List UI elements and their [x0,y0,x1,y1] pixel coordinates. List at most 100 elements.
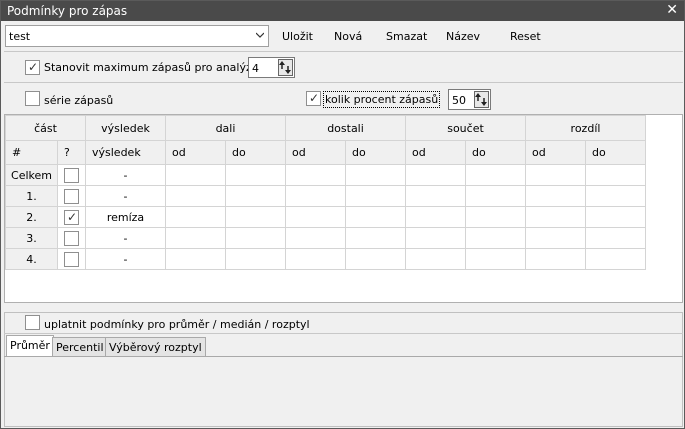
grid-cell[interactable] [465,206,526,228]
grid-cell[interactable] [285,248,346,270]
grid-cell[interactable] [225,248,286,270]
tab-percentil[interactable]: Percentil [52,337,108,357]
grid-cell[interactable] [165,164,226,186]
reset-button[interactable]: Reset [510,30,541,43]
delete-button[interactable]: Smazat [386,30,427,43]
grid-cell[interactable] [465,185,526,207]
grid-cell[interactable] [345,164,406,186]
grid-cell[interactable] [525,206,586,228]
grid-cell[interactable] [585,164,646,186]
row-check-cell[interactable] [57,206,86,228]
max-games-spinner[interactable]: 4 [248,57,295,78]
grid-cell[interactable] [345,248,406,270]
row-label: 3. [5,227,58,249]
grid-cell[interactable] [285,206,346,228]
row-check-cell[interactable] [57,164,86,186]
grid-cell[interactable] [465,227,526,249]
row-label: 1. [5,185,58,207]
column-header: součet [405,115,526,141]
grid-cell[interactable] [525,227,586,249]
grid-cell[interactable] [165,206,226,228]
grid-cell[interactable] [285,164,346,186]
tab-vyberovy-rozptyl[interactable]: Výběrový rozptyl [105,337,206,357]
divider [4,82,683,83]
grid-cell[interactable] [165,227,226,249]
row-result[interactable]: - [85,248,166,270]
row-check-cell[interactable] [57,227,86,249]
chevron-down-icon [256,32,264,38]
column-header: dali [165,115,286,141]
percent-value: 50 [452,94,466,107]
row-result[interactable]: - [85,185,166,207]
grid-cell[interactable] [285,227,346,249]
spin-arrows-icon[interactable] [278,59,293,76]
grid-cell[interactable] [585,248,646,270]
grid-cell[interactable] [225,164,286,186]
row-checkbox[interactable] [64,230,79,246]
series-label: série zápasů [44,94,114,107]
grid-cell[interactable] [405,206,466,228]
grid-cell[interactable] [225,185,286,207]
new-button[interactable]: Nová [334,30,362,43]
subheader: do [465,140,526,165]
subheader: od [165,140,226,165]
percent-spinner[interactable]: 50 [448,89,491,110]
subheader: # [5,140,58,165]
grid-cell[interactable] [345,185,406,207]
grid-cell[interactable] [585,227,646,249]
apply-conditions-label: uplatnit podmínky pro průměr / medián / … [44,318,310,331]
grid-cell[interactable] [585,206,646,228]
grid-cell[interactable] [165,185,226,207]
table-row: 2. remíza [5,206,646,228]
subheader: do [225,140,286,165]
name-button[interactable]: Název [446,30,480,43]
grid-cell[interactable] [285,185,346,207]
grid-cell[interactable] [525,164,586,186]
max-games-checkbox[interactable] [25,60,40,75]
preset-select[interactable]: test [5,25,269,47]
table-row: 4. - [5,248,646,270]
dialog-window: Podmínky pro zápas ✕ test Uložit Nová Sm… [0,0,685,429]
subheader: od [285,140,346,165]
apply-conditions-checkbox[interactable] [25,315,40,330]
tab-prumer[interactable]: Průměr [6,335,54,357]
subheader: výsledek [85,140,166,165]
row-checkbox[interactable] [64,251,79,267]
table-row: Celkem - [5,164,646,186]
grid-cell[interactable] [405,227,466,249]
column-header: rozdíl [525,115,646,141]
grid-cell[interactable] [225,206,286,228]
subheader: ? [57,140,86,165]
percent-checkbox[interactable] [306,91,321,106]
row-result[interactable]: - [85,164,166,186]
grid-cell[interactable] [345,206,406,228]
grid-body: Celkem - 1. - 2. remíza 3. - 4. - [5,164,646,270]
grid-cell[interactable] [165,248,226,270]
divider [4,333,683,334]
spin-arrows-icon[interactable] [474,91,489,108]
row-result[interactable]: - [85,227,166,249]
grid-cell[interactable] [225,227,286,249]
subheader-row: # ? výsledek od do od do od do od do [5,140,646,165]
column-header: dostali [285,115,406,141]
close-icon[interactable]: ✕ [666,2,678,18]
grid-cell[interactable] [405,248,466,270]
grid-cell[interactable] [405,164,466,186]
subheader: do [585,140,646,165]
row-check-cell[interactable] [57,185,86,207]
grid-cell[interactable] [525,185,586,207]
row-check-cell[interactable] [57,248,86,270]
grid-cell[interactable] [405,185,466,207]
series-checkbox[interactable] [25,91,40,106]
title-bar: Podmínky pro zápas ✕ [1,1,684,21]
row-result[interactable]: remíza [85,206,166,228]
grid-cell[interactable] [465,248,526,270]
grid-cell[interactable] [345,227,406,249]
row-checkbox[interactable] [64,188,79,204]
grid-cell[interactable] [585,185,646,207]
grid-cell[interactable] [465,164,526,186]
row-checkbox[interactable] [64,209,79,225]
row-checkbox[interactable] [64,167,79,183]
grid-cell[interactable] [525,248,586,270]
save-button[interactable]: Uložit [282,30,313,43]
